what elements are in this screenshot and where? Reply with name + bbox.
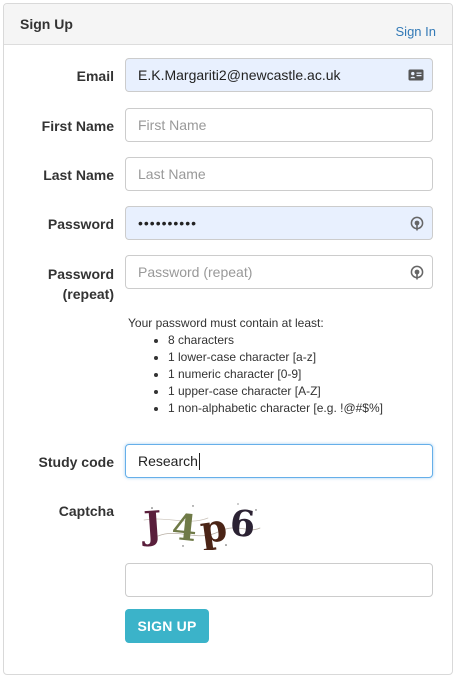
- captcha-glyph: p: [197, 504, 230, 550]
- password-value: ••••••••••: [138, 215, 198, 231]
- email-field[interactable]: E.K.Margariti2@newcastle.ac.uk: [125, 58, 433, 92]
- study-code-field[interactable]: Research: [125, 444, 433, 478]
- study-code-value: Research: [138, 453, 198, 469]
- password-repeat-placeholder: Password (repeat): [138, 264, 253, 280]
- first-name-placeholder: First Name: [138, 117, 207, 133]
- captcha-glyph: 4: [170, 506, 199, 550]
- first-name-field[interactable]: First Name: [125, 108, 433, 142]
- captcha-glyph: J: [139, 502, 163, 548]
- contact-card-icon[interactable]: [408, 68, 424, 85]
- password-label: Password: [47, 216, 114, 232]
- signin-link[interactable]: Sign In: [396, 24, 436, 39]
- password-repeat-field[interactable]: Password (repeat): [125, 255, 433, 289]
- password-rules: Your password must contain at least: 8 c…: [128, 315, 383, 417]
- signup-button[interactable]: SIGN UP: [125, 609, 209, 643]
- password-rules-intro: Your password must contain at least:: [128, 316, 324, 330]
- email-label: Email: [76, 68, 114, 84]
- password-manager-icon[interactable]: [410, 216, 424, 235]
- password-rule: 1 non-alphabetic character [e.g. !@#$%]: [168, 400, 383, 417]
- password-repeat-label-line1: Password: [47, 266, 114, 282]
- password-rule: 1 lower-case character [a-z]: [168, 349, 383, 366]
- password-manager-icon[interactable]: [410, 265, 424, 284]
- panel-title: Sign Up: [20, 16, 73, 32]
- captcha-image: J 4 p 6: [138, 498, 268, 555]
- password-repeat-label: Password (repeat): [4, 264, 114, 304]
- captcha-label: Captcha: [58, 503, 114, 519]
- text-caret: [198, 452, 200, 470]
- last-name-field[interactable]: Last Name: [125, 157, 433, 191]
- password-rule: 1 upper-case character [A-Z]: [168, 383, 383, 400]
- password-repeat-label-line2: (repeat): [62, 286, 114, 302]
- last-name-label: Last Name: [43, 167, 114, 183]
- last-name-placeholder: Last Name: [138, 166, 206, 182]
- password-field[interactable]: ••••••••••: [125, 206, 433, 240]
- first-name-label: First Name: [41, 118, 114, 134]
- password-rule: 8 characters: [168, 332, 383, 349]
- password-rules-list: 8 characters 1 lower-case character [a-z…: [128, 332, 383, 417]
- study-code-label: Study code: [38, 454, 114, 470]
- panel-heading: Sign Up Sign In: [4, 4, 452, 45]
- password-rule: 1 numeric character [0-9]: [168, 366, 383, 383]
- captcha-glyph: 6: [229, 502, 257, 546]
- captcha-field[interactable]: [125, 563, 433, 597]
- email-value: E.K.Margariti2@newcastle.ac.uk: [138, 67, 341, 83]
